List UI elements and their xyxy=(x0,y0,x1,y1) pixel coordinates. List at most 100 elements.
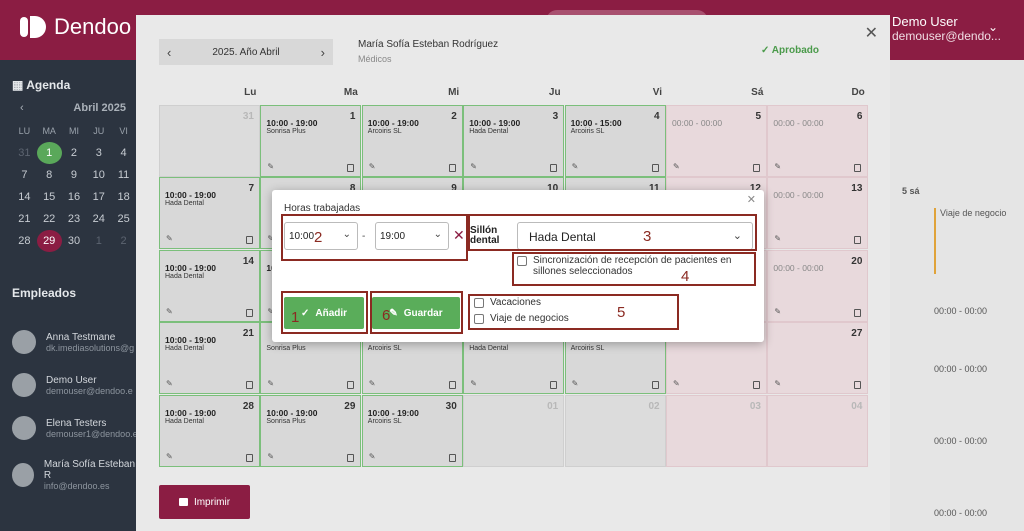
day-cell[interactable]: 3 10:00 - 19:00 Hada Dental ✎ xyxy=(463,105,565,177)
day-cell[interactable]: 02 xyxy=(564,394,666,467)
edit-icon[interactable]: ✎ xyxy=(369,452,376,461)
edit-icon[interactable]: ✎ xyxy=(673,162,680,171)
edit-icon[interactable]: ✎ xyxy=(774,379,781,388)
edit-icon[interactable]: ✎ xyxy=(166,307,173,316)
edit-icon[interactable]: ✎ xyxy=(166,452,173,461)
copy-icon[interactable] xyxy=(854,381,862,390)
day-cell[interactable]: 1 10:00 - 19:00 Sonrisa Plus ✎ xyxy=(260,105,362,177)
close-icon[interactable]: ✕ xyxy=(747,193,756,206)
employee-name: Demo User xyxy=(46,374,97,386)
copy-icon[interactable] xyxy=(246,308,253,317)
edit-icon[interactable]: ✎ xyxy=(267,162,274,171)
employee-item[interactable]: Demo User demouser@dendoo.e xyxy=(12,373,133,397)
copy-icon[interactable] xyxy=(550,164,558,172)
employee-item[interactable]: Anna Testmane dk.imediasolutions@g xyxy=(12,330,134,354)
day-cell[interactable]: 6 00:00 - 00:00 ✎ xyxy=(767,105,869,177)
employee-item[interactable]: María Sofía Esteban Rinfo@dendoo.es xyxy=(12,459,136,491)
copy-icon[interactable] xyxy=(347,381,355,390)
calendar-day[interactable]: 11 xyxy=(111,169,136,181)
day-cell[interactable]: 01 xyxy=(463,394,565,467)
calendar-day[interactable]: 14 xyxy=(12,191,37,203)
edit-icon[interactable]: ✎ xyxy=(673,379,680,388)
next-icon[interactable]: › xyxy=(321,45,325,60)
user-menu[interactable]: Demo User demouser@dendo... ⌄ xyxy=(892,14,1001,43)
day-cell[interactable]: 5 00:00 - 00:00 ✎ xyxy=(666,105,767,177)
calendar-day[interactable]: 10 xyxy=(86,169,111,181)
copy-icon[interactable] xyxy=(651,164,659,172)
event-label[interactable]: Viaje de negocio xyxy=(934,208,1006,274)
calendar-day[interactable]: 1 xyxy=(86,235,111,247)
copy-icon[interactable] xyxy=(448,453,456,462)
day-cell[interactable]: 14 10:00 - 19:00 Hada Dental ✎ xyxy=(159,249,260,322)
calendar-day[interactable]: 9 xyxy=(62,169,87,181)
copy-icon[interactable] xyxy=(448,164,456,172)
calendar-day[interactable]: 2 xyxy=(62,147,87,159)
shift-time: 10:00 - 19:00 xyxy=(266,407,318,418)
brand-logo[interactable]: Dendoo xyxy=(20,14,131,40)
day-cell[interactable]: 13 00:00 - 00:00 ✎ xyxy=(767,177,869,250)
calendar-day[interactable]: 7 xyxy=(12,169,37,181)
copy-icon[interactable] xyxy=(347,164,355,172)
edit-icon[interactable]: ✎ xyxy=(470,162,477,171)
edit-icon[interactable]: ✎ xyxy=(774,307,781,316)
copy-icon[interactable] xyxy=(246,381,253,390)
edit-icon[interactable]: ✎ xyxy=(267,452,274,461)
employee-item[interactable]: Elena Testers demouser1@dendoo.e xyxy=(12,416,138,440)
copy-icon[interactable] xyxy=(448,381,456,390)
day-cell[interactable]: 4 10:00 - 15:00 Arcoiris SL ✎ xyxy=(564,105,666,177)
calendar-day[interactable]: 17 xyxy=(86,191,111,203)
copy-icon[interactable] xyxy=(347,453,355,462)
close-icon[interactable]: ✕ xyxy=(865,23,878,43)
calendar-day[interactable]: 18 xyxy=(111,191,136,203)
day-cell[interactable]: 2 10:00 - 19:00 Arcoiris SL ✎ xyxy=(361,105,463,177)
edit-icon[interactable]: ✎ xyxy=(166,234,173,243)
calendar-day[interactable]: 30 xyxy=(62,235,87,247)
copy-icon[interactable] xyxy=(854,236,862,245)
day-cell[interactable]: 29 10:00 - 19:00 Sonrisa Plus ✎ xyxy=(260,394,362,467)
calendar-day[interactable]: 1 xyxy=(36,142,62,164)
edit-icon[interactable]: ✎ xyxy=(572,379,579,388)
copy-icon[interactable] xyxy=(550,381,558,390)
edit-icon[interactable]: ✎ xyxy=(166,379,173,388)
day-cell[interactable]: 7 10:00 - 19:00 Hada Dental ✎ xyxy=(159,177,260,250)
calendar-day[interactable]: 31 xyxy=(12,147,37,159)
copy-icon[interactable] xyxy=(753,164,760,172)
edit-icon[interactable]: ✎ xyxy=(369,379,376,388)
copy-icon[interactable] xyxy=(854,308,862,317)
calendar-day[interactable]: 2 xyxy=(111,235,136,247)
prev-icon[interactable]: ‹ xyxy=(167,45,171,60)
copy-icon[interactable] xyxy=(753,381,760,390)
print-button[interactable]: Imprimir xyxy=(159,485,250,519)
calendar-day[interactable]: 28 xyxy=(12,235,37,247)
calendar-day[interactable]: 8 xyxy=(37,169,62,181)
copy-icon[interactable] xyxy=(854,164,862,172)
copy-icon[interactable] xyxy=(246,453,253,462)
calendar-day[interactable]: 25 xyxy=(111,213,136,225)
calendar-day[interactable]: 29 xyxy=(36,230,62,252)
copy-icon[interactable] xyxy=(246,236,253,245)
day-cell[interactable]: 28 10:00 - 19:00 Hada Dental ✎ xyxy=(159,394,260,467)
day-cell[interactable]: 20 00:00 - 00:00 ✎ xyxy=(767,249,869,322)
day-cell[interactable]: 27 ✎ xyxy=(767,322,869,395)
day-cell[interactable]: 21 10:00 - 19:00 Hada Dental ✎ xyxy=(159,322,260,395)
calendar-day[interactable]: 16 xyxy=(62,191,87,203)
calendar-day[interactable]: 21 xyxy=(12,213,37,225)
edit-icon[interactable]: ✎ xyxy=(774,162,781,171)
day-cell[interactable]: 03 xyxy=(666,394,767,467)
day-cell[interactable]: 31 xyxy=(159,105,260,177)
edit-icon[interactable]: ✎ xyxy=(572,162,579,171)
edit-icon[interactable]: ✎ xyxy=(470,379,477,388)
calendar-day[interactable]: 24 xyxy=(86,213,111,225)
calendar-day[interactable]: 3 xyxy=(86,147,111,159)
day-cell[interactable]: 30 10:00 - 19:00 Arcoiris SL ✎ xyxy=(361,394,463,467)
calendar-day[interactable]: 4 xyxy=(111,147,136,159)
calendar-day[interactable]: 22 xyxy=(37,213,62,225)
edit-icon[interactable]: ✎ xyxy=(774,234,781,243)
prev-month-icon[interactable]: ‹ xyxy=(20,102,24,114)
edit-icon[interactable]: ✎ xyxy=(369,162,376,171)
calendar-day[interactable]: 15 xyxy=(37,191,62,203)
calendar-day[interactable]: 23 xyxy=(62,213,87,225)
copy-icon[interactable] xyxy=(651,381,659,390)
day-cell[interactable]: 04 xyxy=(767,394,869,467)
edit-icon[interactable]: ✎ xyxy=(267,379,274,388)
